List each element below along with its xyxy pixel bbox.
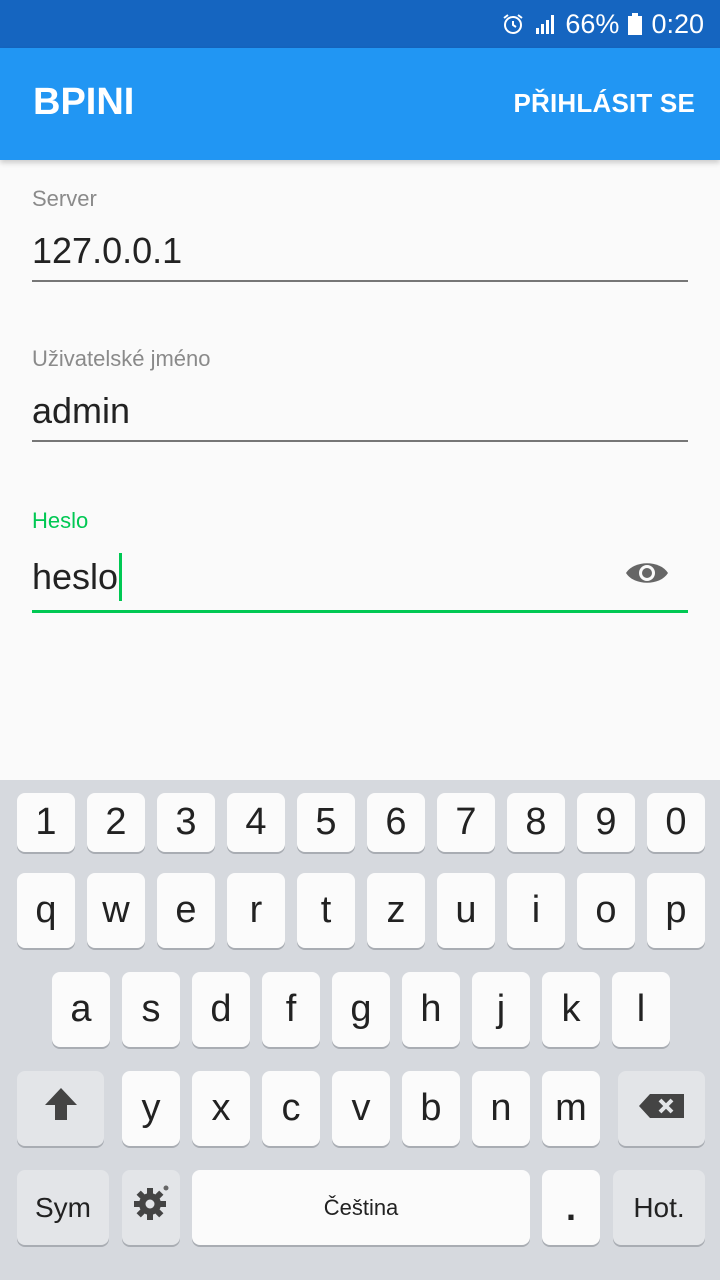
shift-icon bbox=[43, 1086, 79, 1132]
hot-key[interactable]: Hot. bbox=[613, 1170, 705, 1245]
server-label: Server bbox=[32, 186, 97, 211]
username-label: Uživatelské jméno bbox=[32, 346, 211, 371]
key-c[interactable]: c bbox=[262, 1071, 320, 1146]
key-d[interactable]: d bbox=[192, 972, 250, 1047]
shift-key[interactable] bbox=[17, 1071, 104, 1146]
key-a[interactable]: a bbox=[52, 972, 110, 1047]
key-8[interactable]: 8 bbox=[507, 793, 565, 852]
password-field[interactable]: Heslo heslo bbox=[32, 508, 688, 613]
key-x[interactable]: x bbox=[192, 1071, 250, 1146]
gear-icon bbox=[131, 1183, 171, 1233]
key-p[interactable]: p bbox=[647, 873, 705, 948]
key-7[interactable]: 7 bbox=[437, 793, 495, 852]
battery-icon bbox=[627, 12, 643, 36]
key-i[interactable]: i bbox=[507, 873, 565, 948]
password-input[interactable]: heslo bbox=[32, 550, 688, 604]
key-4[interactable]: 4 bbox=[227, 793, 285, 852]
key-s[interactable]: s bbox=[122, 972, 180, 1047]
status-bar: 66% 0:20 bbox=[0, 0, 720, 48]
login-button[interactable]: PŘIHLÁSIT SE bbox=[513, 88, 695, 119]
app-bar: BPINI PŘIHLÁSIT SE bbox=[0, 48, 720, 160]
key-u[interactable]: u bbox=[437, 873, 495, 948]
key-1[interactable]: 1 bbox=[17, 793, 75, 852]
key-f[interactable]: f bbox=[262, 972, 320, 1047]
keyboard: 1 2 3 4 5 6 7 8 9 0 q w e r t z u i o p … bbox=[0, 780, 720, 1280]
key-q[interactable]: q bbox=[17, 873, 75, 948]
key-l[interactable]: l bbox=[612, 972, 670, 1047]
key-y[interactable]: y bbox=[122, 1071, 180, 1146]
space-key[interactable]: Čeština bbox=[192, 1170, 530, 1245]
key-b[interactable]: b bbox=[402, 1071, 460, 1146]
key-3[interactable]: 3 bbox=[157, 793, 215, 852]
key-5[interactable]: 5 bbox=[297, 793, 355, 852]
username-underline bbox=[32, 440, 688, 442]
password-value: heslo bbox=[32, 556, 119, 597]
key-r[interactable]: r bbox=[227, 873, 285, 948]
password-underline bbox=[32, 610, 688, 613]
alarm-icon bbox=[501, 12, 525, 36]
server-input[interactable]: 127.0.0.1 bbox=[32, 228, 688, 274]
battery-percentage: 66% bbox=[565, 8, 620, 39]
key-h[interactable]: h bbox=[402, 972, 460, 1047]
key-v[interactable]: v bbox=[332, 1071, 390, 1146]
server-value: 127.0.0.1 bbox=[32, 230, 183, 271]
server-field[interactable]: Server 127.0.0.1 bbox=[32, 186, 688, 282]
key-j[interactable]: j bbox=[472, 972, 530, 1047]
backspace-icon bbox=[638, 1087, 686, 1130]
key-o[interactable]: o bbox=[577, 873, 635, 948]
key-t[interactable]: t bbox=[297, 873, 355, 948]
key-9[interactable]: 9 bbox=[577, 793, 635, 852]
dot-key[interactable]: . bbox=[542, 1170, 600, 1245]
app-title: BPINI bbox=[33, 81, 135, 123]
text-cursor bbox=[119, 553, 123, 601]
backspace-key[interactable] bbox=[618, 1071, 705, 1146]
settings-key[interactable] bbox=[122, 1170, 180, 1245]
server-underline bbox=[32, 280, 688, 282]
clock: 0:20 bbox=[651, 8, 704, 39]
eye-icon[interactable] bbox=[624, 556, 670, 599]
password-label: Heslo bbox=[32, 508, 89, 533]
key-z[interactable]: z bbox=[367, 873, 425, 948]
username-input[interactable]: admin bbox=[32, 388, 688, 434]
username-value: admin bbox=[32, 390, 131, 431]
key-6[interactable]: 6 bbox=[367, 793, 425, 852]
key-m[interactable]: m bbox=[542, 1071, 600, 1146]
key-g[interactable]: g bbox=[332, 972, 390, 1047]
key-e[interactable]: e bbox=[157, 873, 215, 948]
key-2[interactable]: 2 bbox=[87, 793, 145, 852]
signal-icon bbox=[533, 12, 557, 36]
key-k[interactable]: k bbox=[542, 972, 600, 1047]
username-field[interactable]: Uživatelské jméno admin bbox=[32, 346, 688, 442]
sym-key[interactable]: Sym bbox=[17, 1170, 109, 1245]
key-0[interactable]: 0 bbox=[647, 793, 705, 852]
key-w[interactable]: w bbox=[87, 873, 145, 948]
key-n[interactable]: n bbox=[472, 1071, 530, 1146]
